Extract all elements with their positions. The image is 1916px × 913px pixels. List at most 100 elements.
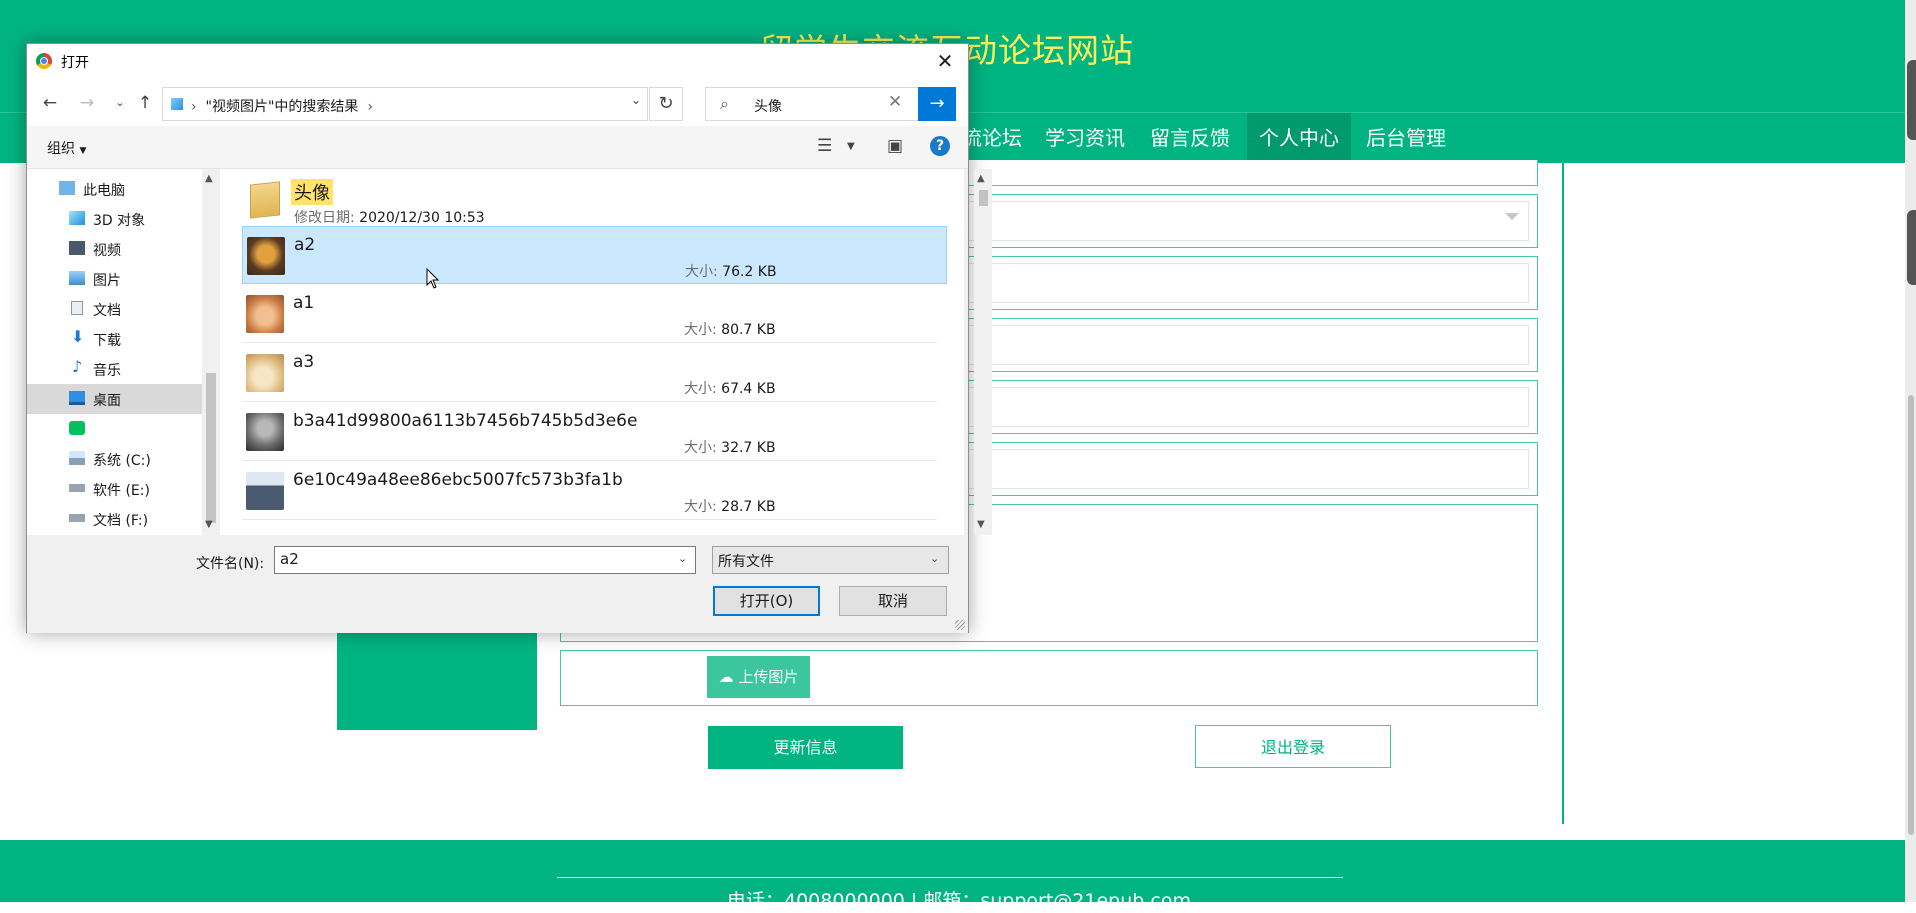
file-row[interactable]: a2 大小: 76.2 KB [242,226,947,284]
navigation-pane: 此电脑 3D 对象 视频 图片 文档 ⬇ 下载 ♪ 音乐 桌面 系统 (C:) … [27,169,202,535]
iqiyi-app-icon [69,421,85,435]
chevron-down-icon[interactable]: ⌄ [678,552,687,565]
nav-item-music[interactable]: ♪ 音乐 [27,354,202,384]
clear-icon[interactable]: ✕ [888,92,902,112]
filename-label: 文件名(N): [196,556,265,572]
music-icon: ♪ [72,357,83,376]
chevron-down-icon [1505,213,1519,220]
nav-item-videos[interactable]: 视频 [27,234,202,264]
organize-menu[interactable]: 组织 ▼ [47,138,86,158]
file-size: 28.7 KB [721,499,776,515]
edge-tab[interactable] [1907,210,1916,285]
documents-icon [71,301,83,315]
folder-icon [250,181,280,219]
resize-grip-icon[interactable] [955,620,965,630]
nav-item-this-pc[interactable]: 此电脑 [27,174,202,204]
up-arrow-icon[interactable]: ↑ [132,88,158,118]
scroll-down-icon[interactable]: ▼ [205,519,213,530]
view-list-icon[interactable]: ☰ [817,136,832,156]
back-arrow-icon[interactable]: ← [37,88,63,118]
folder-row[interactable]: 头像 修改日期: 2020/12/30 10:53 [242,175,947,226]
download-icon: ⬇ [71,327,85,346]
folder-date: 2020/12/30 10:53 [359,210,485,226]
file-row[interactable]: 6e10c49a48ee86ebc5007fc573b3fa1b 大小: 28.… [242,462,947,520]
file-open-dialog: 打开 ✕ ← → ⌄ ↑ › "视频图片"中的搜索结果 › ⌄ ↻ ⌕ 头像 ✕… [26,43,992,633]
close-icon[interactable]: ✕ [930,46,960,76]
nav-item-documents[interactable]: 文档 [27,294,202,324]
file-size: 80.7 KB [721,322,776,338]
update-info-button[interactable]: 更新信息 [708,726,903,769]
forward-arrow-icon[interactable]: → [74,88,100,118]
footer-contact: 电话：4008000000 | 邮箱：support@21epub.com [727,890,1191,912]
footer-divider [557,877,1343,878]
nav-personal-center[interactable]: 个人中心 [1247,113,1351,163]
open-button[interactable]: 打开(O) [713,586,820,616]
image-thumbnail [246,295,284,333]
dialog-bottom: 文件名(N): a2 ⌄ 所有文件 ⌄ 打开(O) 取消 [27,535,968,633]
file-list: 头像 修改日期: 2020/12/30 10:53 a2 大小: 76.2 KB… [220,169,964,535]
file-row[interactable]: a3 大小: 67.4 KB [242,344,947,402]
edge-tab[interactable] [1907,60,1916,140]
filetype-select[interactable]: 所有文件 [712,546,949,574]
address-text: "视频图片"中的搜索结果 [205,99,359,115]
file-name: b3a41d99800a6113b7456b745b5d3e6e [293,411,638,431]
file-size: 32.7 KB [721,440,776,456]
file-list-scrollbar[interactable]: ▲ ▼ [974,169,992,535]
desktop-icon [69,391,85,405]
recent-locations-chevron-icon[interactable]: ⌄ [107,88,133,118]
nav-item-pictures[interactable]: 图片 [27,264,202,294]
file-name: a3 [293,352,315,372]
file-size: 67.4 KB [721,381,776,397]
search-go-arrow-icon[interactable]: → [918,87,956,121]
nav-item-3d-objects[interactable]: 3D 对象 [27,204,202,234]
page-scroll-thumb[interactable] [1908,395,1914,835]
dialog-toolbar: 组织 ▼ ☰ ▼ ▣ ? [27,126,968,169]
mouse-cursor-icon [426,268,440,289]
cancel-button[interactable]: 取消 [839,586,947,616]
cloud-upload-icon: ☁ [718,668,734,686]
scroll-down-icon[interactable]: ▼ [977,519,985,530]
preview-pane-icon[interactable]: ▣ [887,136,903,156]
nav-feedback[interactable]: 留言反馈 [1138,113,1242,163]
image-thumbnail [247,237,285,275]
file-size: 76.2 KB [722,264,777,280]
logout-button[interactable]: 退出登录 [1195,725,1391,768]
nav-item-desktop[interactable]: 桌面 [27,384,202,414]
image-thumbnail [246,472,284,510]
pictures-icon [69,271,85,285]
nav-admin[interactable]: 后台管理 [1354,113,1458,163]
nav-item-drive-e[interactable]: 软件 (E:) [27,474,202,504]
address-field[interactable]: › "视频图片"中的搜索结果 › ⌄ [162,87,648,121]
view-options-chevron-icon[interactable]: ▼ [847,141,855,152]
drive-c-icon [69,451,85,465]
nav-pane-scroll-thumb[interactable] [206,373,216,523]
nav-item-drive-c[interactable]: 系统 (C:) [27,444,202,474]
nav-study-news[interactable]: 学习资讯 [1033,113,1137,163]
drive-f-icon [69,514,85,522]
nav-pane-scrollbar[interactable]: ▲ ▼ [202,169,220,535]
image-thumbnail [246,413,284,451]
nav-item-drive-f[interactable]: 文档 (F:) [27,504,202,534]
address-bar: ← → ⌄ ↑ › "视频图片"中的搜索结果 › ⌄ ↻ ⌕ 头像 ✕ → [27,80,968,126]
scroll-up-icon[interactable]: ▲ [977,173,985,184]
chevron-down-icon[interactable]: ⌄ [930,552,939,565]
upload-image-button[interactable]: ☁ 上传图片 [707,656,810,698]
content-divider [1562,162,1564,824]
chevron-down-icon[interactable]: ⌄ [631,93,641,107]
dialog-titlebar[interactable]: 打开 ✕ [27,44,968,80]
filename-input[interactable]: a2 [274,546,696,574]
file-name: a2 [294,235,316,255]
search-input[interactable]: 头像 [754,96,782,116]
help-icon[interactable]: ? [930,136,950,156]
file-row[interactable]: b3a41d99800a6113b7456b745b5d3e6e 大小: 32.… [242,403,947,461]
date-modified-label: 修改日期: [294,210,355,226]
file-list-scroll-thumb[interactable] [979,190,988,206]
nav-item-downloads[interactable]: ⬇ 下载 [27,324,202,354]
file-row[interactable]: a1 大小: 80.7 KB [242,285,947,343]
folder-name: 头像 [291,179,333,205]
nav-item-app[interactable] [27,414,202,444]
scroll-up-icon[interactable]: ▲ [205,173,213,184]
drive-e-icon [69,484,85,492]
refresh-icon[interactable]: ↻ [649,87,683,121]
file-name: 6e10c49a48ee86ebc5007fc573b3fa1b [293,470,623,490]
